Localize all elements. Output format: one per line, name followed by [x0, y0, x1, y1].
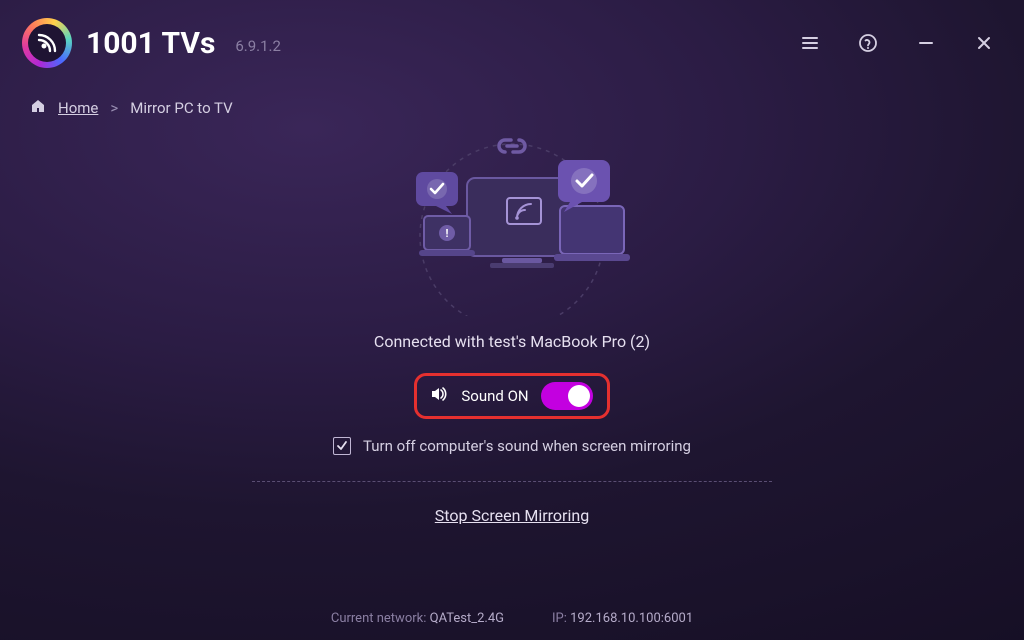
menu-button[interactable]: [796, 29, 824, 57]
close-button[interactable]: [970, 29, 998, 57]
app-name: 1001 TVs: [86, 26, 215, 61]
ip-value: 192.168.10.100:6001: [570, 611, 693, 626]
network-label: Current network:: [331, 611, 427, 626]
footer-network: Current network: QATest_2.4G: [331, 611, 504, 626]
app-version: 6.9.1.2: [235, 37, 281, 55]
divider: [252, 481, 772, 482]
main-content: ! Connected with test's MacBook Pro (2) …: [0, 118, 1024, 525]
titlebar: 1001 TVs 6.9.1.2: [0, 0, 1024, 76]
stop-mirroring-link[interactable]: Stop Screen Mirroring: [435, 506, 589, 525]
mute-checkbox-label: Turn off computer's sound when screen mi…: [363, 437, 691, 455]
help-button[interactable]: [854, 29, 882, 57]
network-value: QATest_2.4G: [430, 611, 504, 626]
breadcrumb-separator: >: [110, 99, 118, 117]
mute-checkbox[interactable]: [333, 437, 351, 455]
app-logo: [22, 18, 72, 68]
speaker-icon: [429, 384, 449, 408]
breadcrumb: Home > Mirror PC to TV: [0, 76, 1024, 118]
footer-ip: IP: 192.168.10.100:6001: [552, 611, 693, 626]
sound-label: Sound ON: [461, 387, 528, 405]
svg-text:!: !: [446, 227, 449, 240]
connection-illustration: !: [372, 136, 652, 316]
footer: Current network: QATest_2.4G IP: 192.168…: [0, 611, 1024, 626]
breadcrumb-home[interactable]: Home: [58, 99, 98, 117]
sound-toggle-row: Sound ON: [414, 373, 609, 419]
breadcrumb-current: Mirror PC to TV: [130, 99, 232, 117]
home-icon: [30, 98, 46, 118]
sound-toggle[interactable]: [541, 382, 593, 410]
minimize-button[interactable]: [912, 29, 940, 57]
ip-label: IP:: [552, 611, 567, 626]
connection-status: Connected with test's MacBook Pro (2): [374, 332, 650, 351]
mute-computer-checkbox-row[interactable]: Turn off computer's sound when screen mi…: [333, 437, 691, 455]
